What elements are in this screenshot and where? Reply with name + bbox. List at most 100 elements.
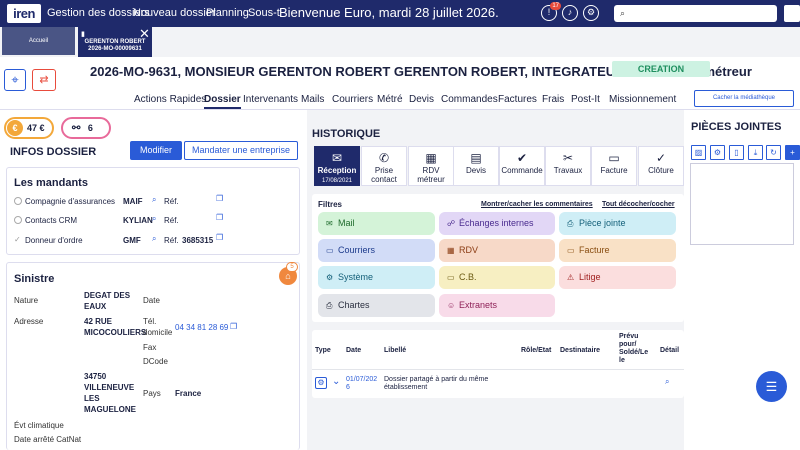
city-line: VILLENEUVE	[84, 383, 135, 392]
menu-metre[interactable]: Métré	[377, 94, 403, 105]
mandant-code: GMF	[123, 236, 141, 245]
search-input[interactable]: ⌕ Rechercher	[614, 5, 777, 22]
mandant-ref: 3685315	[182, 236, 214, 245]
infos-dossier-title: INFOS DOSSIER	[10, 146, 97, 158]
add-icon[interactable]: +	[785, 145, 800, 160]
search-placeholder: Rechercher	[627, 8, 675, 18]
amount-pill[interactable]: €47 €	[4, 117, 54, 139]
filter-chip-icon: ☍	[447, 219, 456, 228]
filter-chip-icon: ☺	[447, 301, 456, 310]
search-icon[interactable]: ⌕	[152, 234, 156, 244]
menu-devis[interactable]: Devis	[409, 94, 434, 105]
menu-factures[interactable]: Factures	[498, 94, 537, 105]
action-facture[interactable]: ▭ Facture	[591, 146, 637, 186]
app-logo[interactable]: iren	[7, 4, 41, 23]
bell-icon[interactable]: ♪	[562, 5, 578, 21]
network-icon: ⚯	[72, 123, 81, 134]
refresh-icon[interactable]: ↻	[766, 145, 781, 160]
pieces-jointes-title: PIÈCES JOINTES	[691, 121, 782, 133]
nav-planning[interactable]: Planning	[206, 7, 249, 19]
radio-compagnie[interactable]	[14, 197, 22, 205]
menu-commandes[interactable]: Commandes	[441, 94, 498, 105]
filter-chip-chartes[interactable]: ⎙ Chartes	[318, 294, 435, 317]
fax-label: Fax	[143, 343, 157, 352]
filter-chip-litige[interactable]: ⚠ Litige	[559, 266, 676, 289]
col-date: Date	[346, 347, 362, 354]
action-rdv-metreur[interactable]: ▦ RDV métreur	[408, 146, 454, 186]
filter-chip-pièce-jointe[interactable]: ⎙ Pièce jointe	[559, 212, 676, 235]
action-commande[interactable]: ✔ Commande	[499, 146, 545, 186]
menu-missionnement[interactable]: Missionnement	[609, 94, 676, 105]
action-label: RDV métreur	[417, 166, 445, 184]
col-prevu: Soldé/Le	[619, 349, 649, 356]
check-icon[interactable]: ✓	[14, 235, 21, 244]
copy-icon[interactable]: ❐	[230, 322, 237, 331]
chevron-down-icon[interactable]: ⌄	[332, 376, 340, 387]
alert-icon[interactable]: ! 17	[541, 2, 561, 21]
action-travaux[interactable]: ✂ Travaux	[545, 146, 591, 186]
filter-chip-label: Litige	[579, 272, 601, 282]
filter-chip-facture[interactable]: ▭ Facture	[559, 239, 676, 262]
action-label: Facture	[600, 166, 628, 175]
menu-actions-rapides[interactable]: Actions Rapides	[134, 94, 206, 105]
invoice-icon: ▭	[608, 151, 620, 165]
toggle-comments-link[interactable]: Montrer/cacher les commentaires	[481, 201, 593, 208]
search-icon[interactable]: ⌕	[152, 214, 156, 224]
action-devis[interactable]: ▤ Devis	[453, 146, 499, 186]
menu-courriers[interactable]: Courriers	[332, 94, 373, 105]
tel-value[interactable]: 04 34 81 28 69	[175, 323, 228, 332]
filter-chip-c-b-[interactable]: ▭ C.B.	[439, 266, 555, 289]
settings-icon[interactable]: ⚙	[583, 5, 599, 21]
filter-chip-échanges-internes[interactable]: ☍ Échanges internes	[439, 212, 555, 235]
filter-chip-rdv[interactable]: ▦ RDV	[439, 239, 555, 262]
search-icon[interactable]: ⌕	[152, 195, 156, 205]
menu-frais[interactable]: Frais	[542, 94, 564, 105]
catnat-label: Date arrêté CatNat	[14, 435, 82, 444]
nav-nouveau-dossier[interactable]: Nouveau dossier	[133, 7, 216, 19]
detail-search-icon[interactable]: ⌕	[665, 378, 669, 386]
filter-chip-courriers[interactable]: ▭ Courriers	[318, 239, 435, 262]
image-icon[interactable]: ▨	[691, 145, 706, 160]
action-cloture[interactable]: ✓ Clôture	[638, 146, 684, 186]
pieces-jointes-panel	[684, 110, 800, 450]
filter-chip-mail[interactable]: ✉ Mail	[318, 212, 435, 235]
filter-chip-icon: ⎙	[567, 219, 574, 228]
mandate-company-button[interactable]: Mandater une entreprise	[184, 141, 298, 160]
menu-mails[interactable]: Mails	[301, 94, 324, 105]
document-icon[interactable]: ▯	[729, 145, 744, 160]
ref-label: Réf.	[164, 236, 179, 245]
menu-intervenants[interactable]: Intervenants	[243, 94, 298, 105]
location-pin-icon[interactable]: ⌖	[4, 69, 26, 91]
climat-label: Évt climatique	[14, 421, 64, 430]
filter-chip-extranets[interactable]: ☺ Extranets	[439, 294, 555, 317]
action-prise-contact[interactable]: ✆ Prise contact	[361, 146, 407, 186]
copy-icon[interactable]: ❐	[216, 233, 223, 242]
ref-label: Réf.	[164, 216, 179, 225]
filter-chip-icon: ▭	[567, 246, 575, 255]
copy-icon[interactable]: ❐	[216, 213, 223, 222]
tab-accueil[interactable]: Accueil	[2, 27, 75, 55]
gear-icon[interactable]: ⚙	[710, 145, 725, 160]
chat-icon[interactable]: ☰	[756, 371, 787, 402]
action-reception[interactable]: ✉ Réception 17/08/2021	[314, 146, 360, 186]
attachments-area[interactable]	[690, 163, 794, 245]
hide-media-button[interactable]: Cacher la médiathèque	[694, 90, 794, 107]
col-detail: Détail	[660, 347, 680, 354]
close-tab-icon[interactable]: ✕	[139, 26, 150, 42]
menu-post-it[interactable]: Post-It	[571, 94, 600, 105]
transfer-icon[interactable]: ⇄	[32, 69, 56, 91]
filter-chip-système[interactable]: ⚙ Système	[318, 266, 435, 289]
filter-chip-icon: ⎙	[326, 301, 333, 310]
logout-icon[interactable]	[784, 5, 800, 22]
download-icon[interactable]: ⤓	[748, 145, 763, 160]
filter-chip-label: Facture	[579, 245, 610, 255]
mandant-label: Contacts CRM	[25, 216, 78, 225]
modify-button[interactable]: Modifier	[130, 141, 182, 160]
copy-icon[interactable]: ❐	[216, 194, 223, 203]
filter-chip-icon: ⚠	[567, 273, 575, 282]
radio-contacts[interactable]	[14, 216, 22, 224]
check-all-link[interactable]: Tout décocher/cocher	[602, 201, 675, 208]
count-pill[interactable]: ⚯ 6	[61, 117, 111, 139]
menu-dossier[interactable]: Dossier	[204, 94, 241, 109]
nav-sous-traitance[interactable]: Sous-traitance	[248, 7, 280, 19]
